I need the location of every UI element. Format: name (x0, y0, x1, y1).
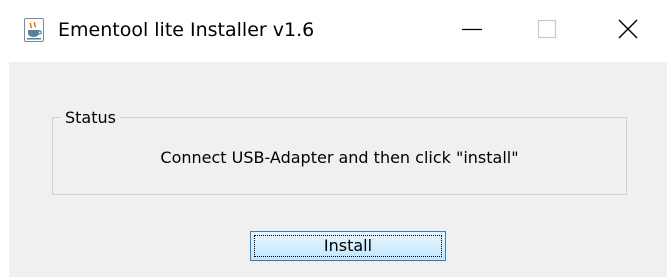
install-button-label: Install (323, 236, 373, 255)
minimize-icon (462, 19, 482, 43)
maximize-button[interactable] (516, 0, 578, 62)
close-icon (617, 18, 639, 44)
minimize-button[interactable] (441, 0, 503, 62)
install-button[interactable]: Install (250, 231, 446, 261)
status-group: Status Connect USB-Adapter and then clic… (52, 108, 627, 195)
title-bar: Ementool lite Installer v1.6 (0, 0, 667, 62)
close-button[interactable] (597, 0, 659, 62)
status-message: Connect USB-Adapter and then click "inst… (160, 148, 519, 167)
status-label: Status (61, 108, 120, 128)
maximize-icon (537, 19, 557, 43)
window-content: Status Connect USB-Adapter and then clic… (9, 62, 667, 277)
java-cup-icon (24, 18, 44, 42)
window-title: Ementool lite Installer v1.6 (58, 19, 315, 41)
